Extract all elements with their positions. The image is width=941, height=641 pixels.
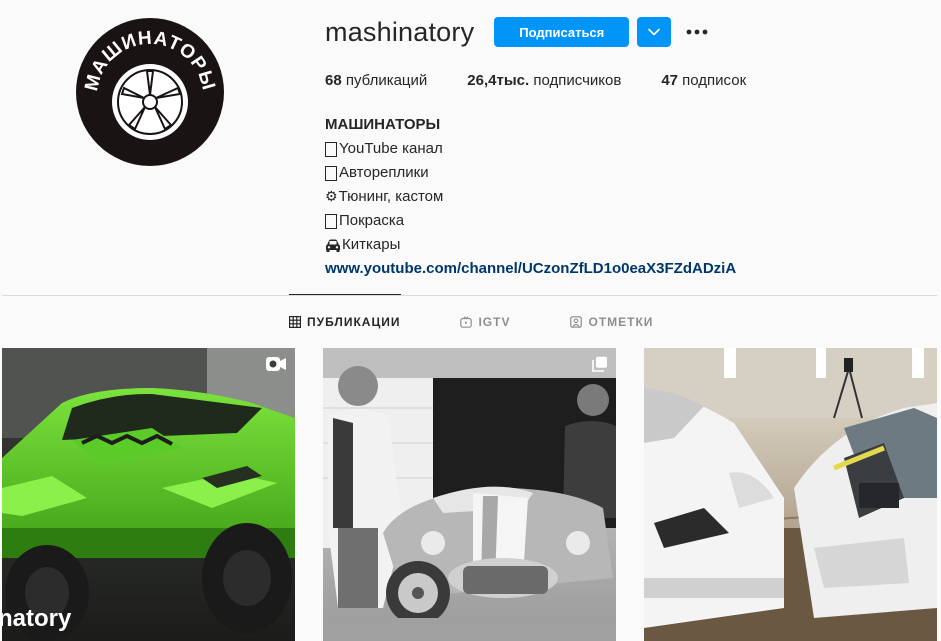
posts-count: 68 — [325, 72, 342, 89]
post-tile[interactable] — [323, 348, 616, 641]
mashinatory-logo: МАШИНАТОРЫ — [76, 18, 224, 166]
bio-line-text: Киткары — [342, 236, 401, 253]
bio-line: Покраска — [325, 209, 925, 233]
followers-stat[interactable]: 26,4тыс. подписчиков — [467, 72, 621, 92]
unsupported-emoji-icon — [325, 213, 337, 229]
post-watermark-text: natory — [2, 605, 72, 632]
ellipsis-icon — [686, 29, 708, 35]
tab-posts-label: ПУБЛИКАЦИИ — [307, 315, 401, 329]
tagged-icon — [570, 316, 583, 328]
post-image-shelby-cobra — [323, 348, 616, 641]
followers-count: 26,4тыс. — [467, 72, 530, 89]
follow-button[interactable]: Подписаться — [494, 17, 630, 47]
bio-line-text: Тюнинг, кастом — [338, 188, 444, 205]
bio-line: YouTube канал — [325, 137, 925, 161]
profile-username: mashinatory — [325, 16, 475, 47]
carousel-icon — [592, 356, 607, 372]
posts-count-stat: 68 публикаций — [325, 72, 427, 92]
bio-line-text: YouTube канал — [339, 140, 443, 157]
tab-igtv[interactable]: IGTV — [460, 313, 510, 331]
post-image-green-lamborghini — [2, 348, 295, 641]
unsupported-emoji-icon — [325, 141, 337, 157]
bio-line: Автореплики — [325, 161, 925, 185]
tab-tagged[interactable]: ОТМЕТКИ — [570, 313, 653, 331]
posts-label: публикаций — [345, 72, 428, 89]
chevron-down-icon — [648, 28, 661, 36]
tab-posts[interactable]: ПУБЛИКАЦИИ — [289, 313, 400, 331]
followers-label: подписчиков — [533, 72, 622, 89]
car-emoji-icon — [326, 239, 340, 252]
profile-header: mashinatory Подписаться 68 публикаций 26… — [325, 15, 925, 281]
following-count: 47 — [661, 72, 678, 89]
tabs-divider — [2, 295, 937, 296]
following-label: подписок — [682, 72, 747, 89]
bio-external-link[interactable]: www.youtube.com/channel/UCzonZfLD1o0eaX3… — [325, 257, 925, 281]
bio-line: Киткары — [325, 233, 925, 257]
gear-emoji-icon: ⚙ — [325, 189, 338, 205]
tab-igtv-label: IGTV — [478, 315, 511, 329]
more-options-button[interactable] — [685, 20, 709, 44]
video-icon — [266, 357, 286, 371]
igtv-icon — [460, 316, 473, 328]
profile-tabs: ПУБЛИКАЦИИ IGTV ОТМЕТКИ — [289, 313, 653, 331]
post-image-paint-booth-lamborghini — [644, 348, 937, 641]
profile-stats: 68 публикаций 26,4тыс. подписчиков 47 по… — [325, 72, 925, 92]
post-tile[interactable]: natory — [2, 348, 295, 641]
following-stat[interactable]: 47 подписок — [661, 72, 746, 92]
profile-bio: МАШИНАТОРЫ YouTube канал Автореплики ⚙ Т… — [325, 113, 925, 281]
profile-avatar[interactable]: МАШИНАТОРЫ — [75, 17, 225, 167]
post-tile[interactable] — [644, 348, 937, 641]
tab-tagged-label: ОТМЕТКИ — [588, 315, 654, 329]
bio-line: ⚙ Тюнинг, кастом — [325, 185, 925, 209]
grid-icon — [289, 316, 301, 328]
posts-grid: natory — [2, 348, 937, 641]
active-tab-indicator — [289, 294, 401, 295]
bio-line-text: Покраска — [339, 212, 405, 229]
bio-line-text: Автореплики — [339, 164, 429, 181]
bio-full-name: МАШИНАТОРЫ — [325, 116, 441, 133]
unsupported-emoji-icon — [325, 165, 337, 181]
suggested-dropdown-button[interactable] — [637, 17, 672, 47]
profile-title-row: mashinatory Подписаться — [325, 15, 925, 49]
